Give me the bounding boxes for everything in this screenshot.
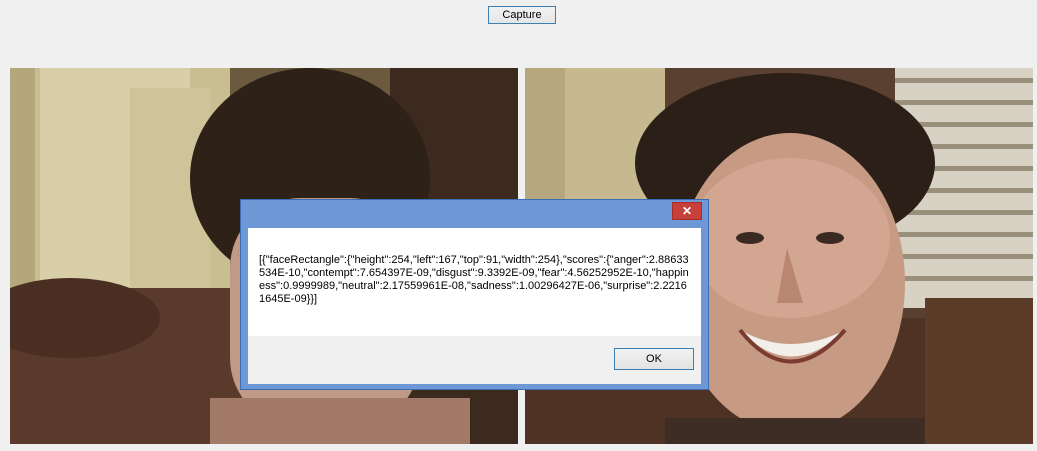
dialog-content-area: [{"faceRectangle":{"height":254,"left":1… bbox=[248, 228, 701, 336]
dialog-titlebar[interactable]: ✕ bbox=[241, 200, 708, 226]
close-icon: ✕ bbox=[681, 204, 693, 218]
dialog-body: [{"faceRectangle":{"height":254,"left":1… bbox=[248, 228, 701, 384]
ok-button[interactable]: OK bbox=[614, 348, 694, 370]
capture-button[interactable]: Capture bbox=[488, 6, 556, 24]
dialog-message: [{"faceRectangle":{"height":254,"left":1… bbox=[259, 254, 689, 305]
close-button[interactable]: ✕ bbox=[672, 202, 702, 220]
message-dialog: ✕ [{"faceRectangle":{"height":254,"left"… bbox=[240, 199, 709, 390]
